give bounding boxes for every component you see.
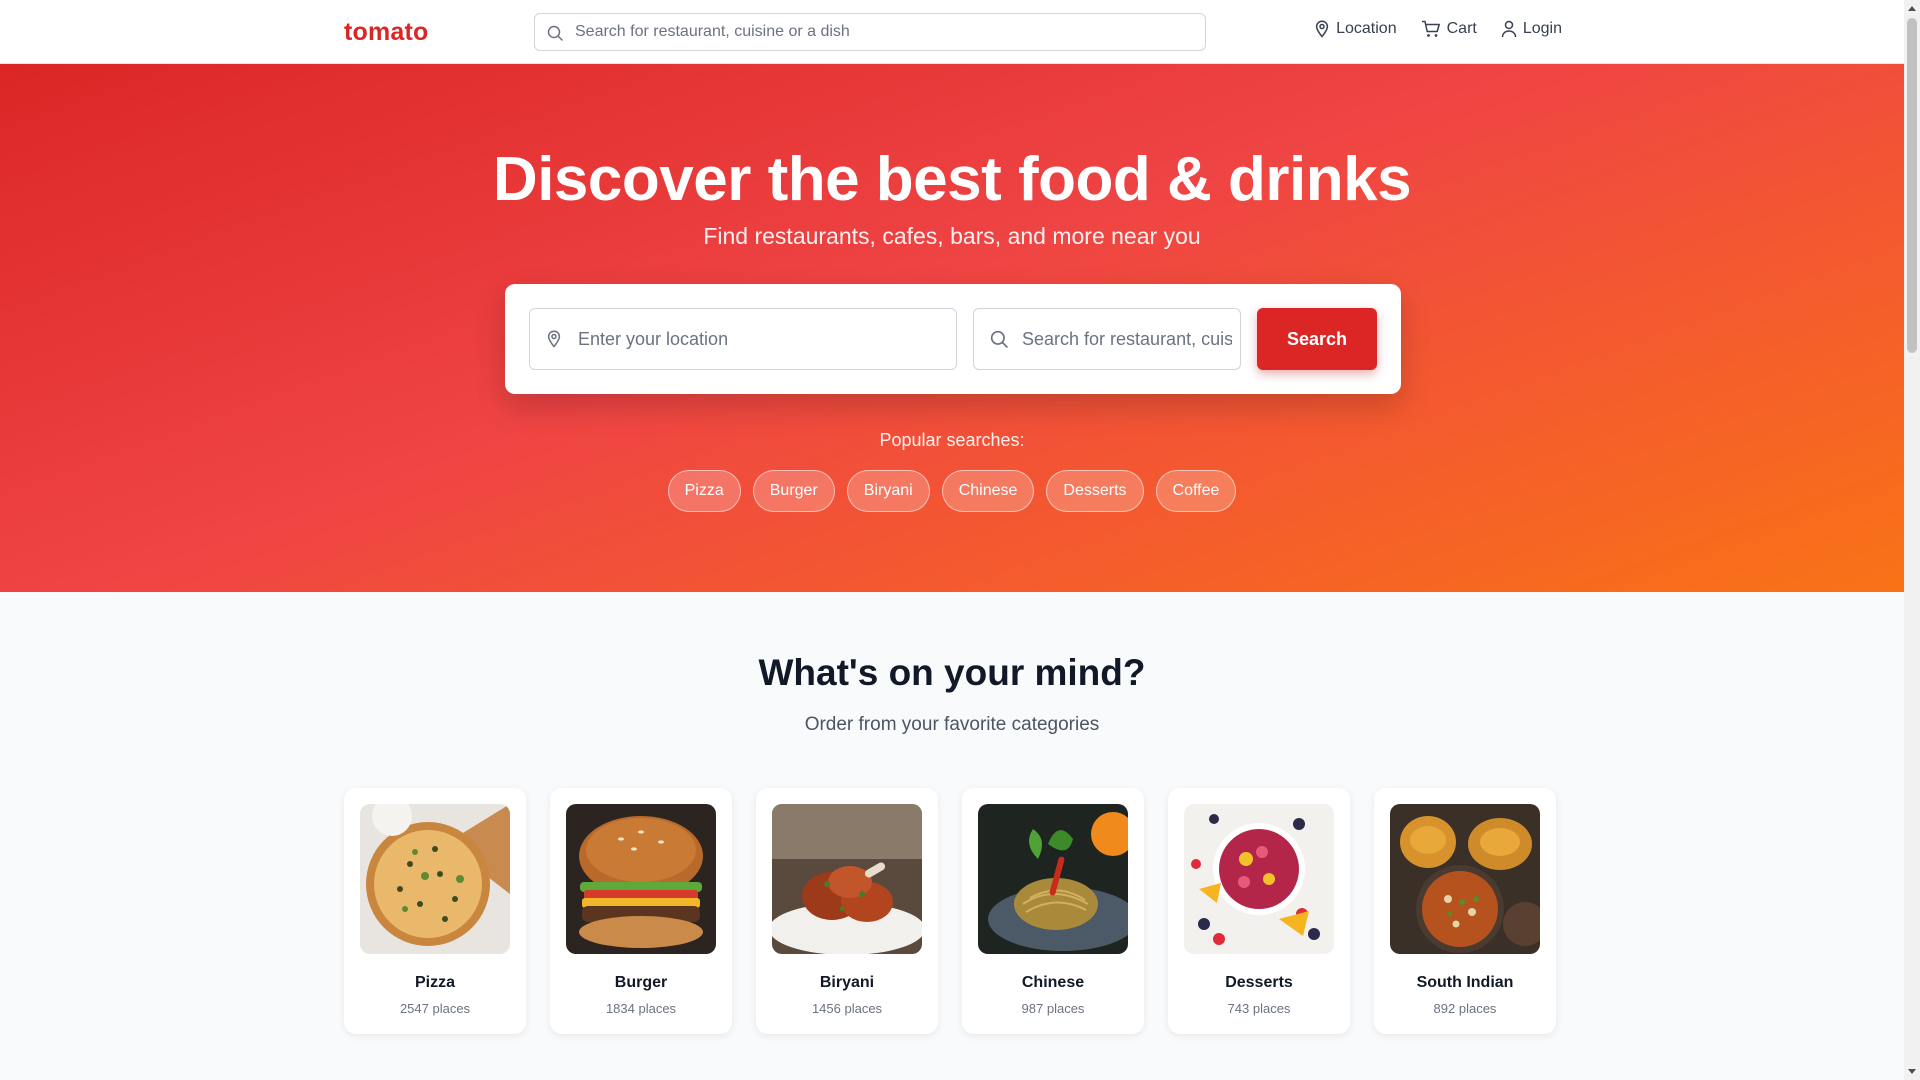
map-pin-icon: [1315, 20, 1329, 38]
popular-searches-label: Popular searches:: [879, 430, 1025, 450]
page-scrollbar[interactable]: [1904, 0, 1920, 1080]
category-name: Chinese: [1021, 974, 1085, 991]
brand-logo[interactable]: tomato: [344, 18, 429, 47]
hero-search-panel: Search: [505, 284, 1401, 394]
popular-chip-desserts[interactable]: Desserts: [1046, 470, 1144, 512]
user-icon: [1501, 20, 1517, 38]
header-search-box[interactable]: [534, 13, 1206, 51]
hero-title: Discover the best food & drinks: [492, 145, 1412, 214]
scrollbar-thumb[interactable]: [1907, 18, 1917, 353]
category-count: 743 places: [1227, 1001, 1291, 1016]
location-field[interactable]: [529, 308, 957, 370]
nav-login[interactable]: Login: [1501, 20, 1562, 38]
header-search-input[interactable]: [575, 14, 1195, 50]
category-card-chinese[interactable]: Chinese 987 places: [962, 788, 1144, 1034]
category-card-south-indian[interactable]: South Indian 892 places: [1374, 788, 1556, 1034]
nav-location-label: Location: [1336, 20, 1397, 37]
top-navbar: tomato Location Cart Login: [0, 0, 1904, 64]
category-cards: Pizza 2547 places Burger 1834 places Bir…: [344, 788, 1556, 1034]
restaurant-search-field[interactable]: [973, 308, 1241, 370]
category-name: Biryani: [819, 974, 875, 991]
category-name: Burger: [614, 974, 668, 991]
nav-login-label: Login: [1522, 20, 1562, 37]
popular-chip-pizza[interactable]: Pizza: [667, 470, 741, 512]
biryani-image: [772, 804, 922, 954]
category-count: 987 places: [1021, 1001, 1085, 1016]
restaurant-search-input[interactable]: [1022, 309, 1232, 369]
category-name: South Indian: [1416, 974, 1514, 991]
category-count: 1456 places: [811, 1001, 883, 1016]
hero-section: Discover the best food & drinks Find res…: [0, 64, 1904, 592]
map-pin-icon: [547, 330, 561, 348]
category-card-desserts[interactable]: Desserts 743 places: [1168, 788, 1350, 1034]
hero-subtitle: Find restaurants, cafes, bars, and more …: [703, 223, 1201, 249]
categories-subtitle: Order from your favorite categories: [804, 714, 1100, 735]
category-name: Pizza: [414, 974, 455, 991]
popular-chip-chinese[interactable]: Chinese: [941, 470, 1035, 512]
category-card-biryani[interactable]: Biryani 1456 places: [756, 788, 938, 1034]
popular-chip-biryani[interactable]: Biryani: [846, 470, 930, 512]
burger-image: [566, 804, 716, 954]
chinese-image: [978, 804, 1128, 954]
nav-cart-label: Cart: [1446, 20, 1477, 37]
popular-chip-burger[interactable]: Burger: [752, 470, 835, 512]
header-nav: Location Cart Login: [1314, 20, 1562, 38]
scroll-up-arrow-icon[interactable]: [1904, 0, 1920, 16]
search-icon: [990, 330, 1008, 348]
category-name: Desserts: [1225, 974, 1293, 991]
category-card-pizza[interactable]: Pizza 2547 places: [344, 788, 526, 1034]
nav-cart[interactable]: Cart: [1421, 20, 1477, 38]
pizza-image: [360, 804, 510, 954]
scroll-down-arrow-icon[interactable]: [1904, 1064, 1920, 1080]
cart-icon: [1421, 20, 1440, 37]
desserts-image: [1184, 804, 1334, 954]
category-count: 892 places: [1433, 1001, 1497, 1016]
south-indian-image: [1390, 804, 1540, 954]
category-count: 1834 places: [605, 1001, 677, 1016]
category-count: 2547 places: [399, 1001, 471, 1016]
popular-chip-coffee[interactable]: Coffee: [1155, 470, 1237, 512]
category-card-burger[interactable]: Burger 1834 places: [550, 788, 732, 1034]
nav-location[interactable]: Location: [1314, 20, 1397, 38]
search-icon: [547, 25, 563, 41]
search-button[interactable]: Search: [1257, 308, 1377, 370]
popular-searches-list: Pizza Burger Biryani Chinese Desserts Co…: [0, 470, 1904, 512]
location-input[interactable]: [578, 309, 948, 369]
categories-title: What's on your mind?: [758, 652, 1146, 693]
